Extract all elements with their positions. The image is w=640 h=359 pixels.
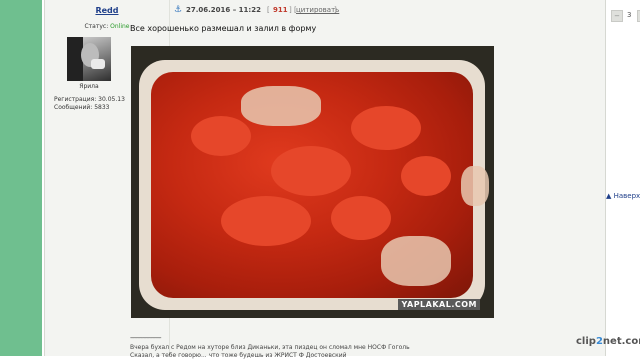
site-logo[interactable]: clip2net.com [576,336,640,347]
username-link[interactable]: Redd [45,6,169,15]
back-link-label: Наверх [613,192,640,200]
rate-down-button[interactable]: − [611,10,623,22]
back-to-top-link[interactable]: ▲ Наверх [606,192,640,200]
status-label: Статус: [84,23,109,30]
message-count: Сообщений: 5833 [54,104,110,111]
status-online: Online [110,23,130,30]
user-rank: Ярила [79,83,99,90]
quote-link[interactable]: цитировать [296,6,339,14]
signature-divider: -------------------- [130,334,162,342]
post-date: 27.06.2016 – 11:22 [186,6,261,14]
post-header: ⚓ 27.06.2016 – 11:22 [ 911 ] [ цитироват… [170,4,640,22]
image-watermark: YAPLAKAL.COM [398,299,480,310]
post-number-link[interactable]: 911 [273,6,288,14]
chevron-up-icon: ▲ [606,192,612,200]
avatar[interactable] [67,37,111,81]
post-text: Все хорошенько размешал и залил в форму [130,24,317,33]
post-rating: 3 [627,11,632,19]
user-info: Регистрация: 30.05.13 Сообщений: 5833 [54,96,125,112]
post-image: YAPLAKAL.COM [131,46,494,318]
anchor-icon[interactable]: ⚓ [174,5,182,15]
registration-date: Регистрация: 30.05.13 [54,96,125,103]
signature-line: Вчера бухал с Редом на хуторе близ Дикан… [130,344,410,351]
left-background-band [0,0,42,356]
